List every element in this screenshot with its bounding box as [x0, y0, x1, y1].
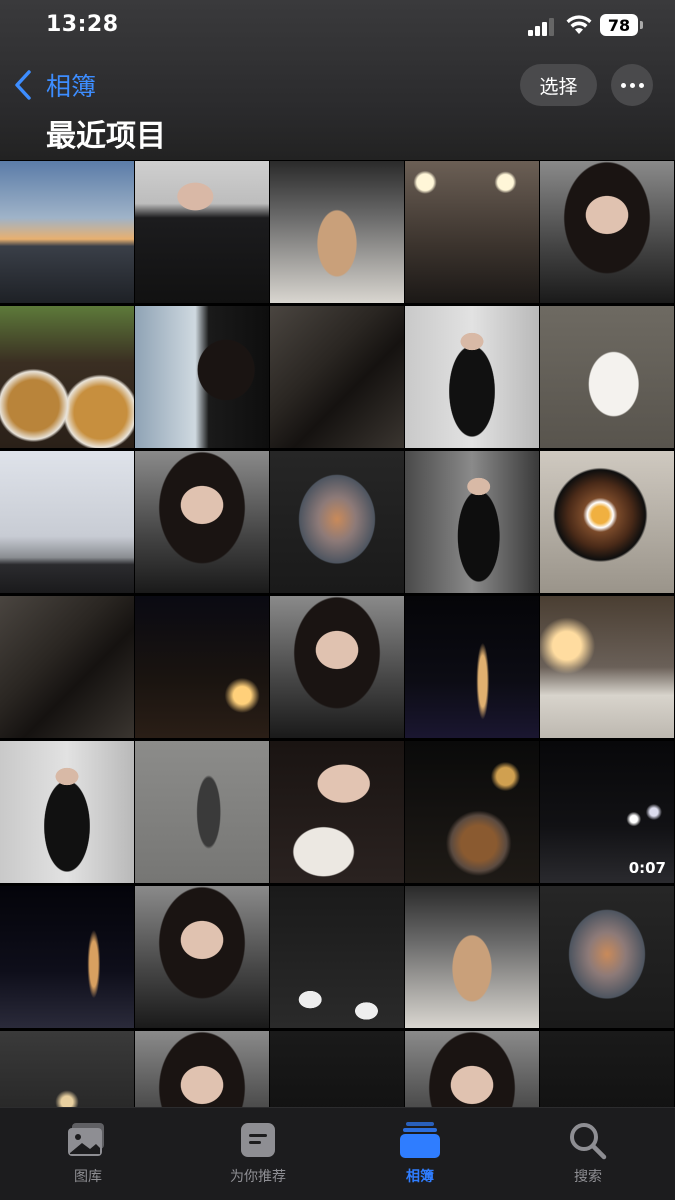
photo-thumbnail[interactable]: [135, 886, 269, 1028]
photo-grid: 0:07: [0, 161, 675, 1173]
tab-label: 图库: [74, 1169, 102, 1185]
iced-coffee-photo: [405, 886, 539, 1028]
hotel-room-photo: [540, 596, 674, 738]
photo-thumbnail[interactable]: [405, 596, 539, 738]
photo-thumbnail[interactable]: [135, 306, 269, 448]
for-you-icon: [236, 1120, 280, 1160]
navigation-bar: 相簿 选择 最近项目: [0, 55, 675, 160]
portrait-dog-photo: [270, 741, 404, 883]
selfie-photo: [135, 161, 269, 303]
back-label: 相簿: [46, 72, 97, 101]
mirror-selfie-photo: [0, 741, 134, 883]
photo-thumbnail[interactable]: [540, 451, 674, 593]
photo-thumbnail[interactable]: [405, 161, 539, 303]
photo-thumbnail[interactable]: [540, 161, 674, 303]
tab-label: 搜索: [574, 1169, 602, 1185]
photo-thumbnail[interactable]: [405, 741, 539, 883]
tab-label: 相簿: [406, 1169, 434, 1185]
tab-albums[interactable]: 相簿: [360, 1120, 480, 1190]
photo-thumbnail[interactable]: [0, 306, 134, 448]
car-window-photo: [135, 306, 269, 448]
iced-coffee-photo: [270, 161, 404, 303]
tab-bar: 图库 为你推荐 相簿 搜索: [0, 1107, 675, 1200]
rice-bowl-photo: [540, 451, 674, 593]
photo-thumbnail[interactable]: [135, 596, 269, 738]
battery-indicator: 78: [600, 14, 638, 36]
gym-selfie-photo: [405, 451, 539, 593]
select-button[interactable]: 选择: [520, 64, 597, 106]
photo-thumbnail[interactable]: [135, 161, 269, 303]
status-bar: 13:28 78: [0, 0, 675, 52]
photo-thumbnail[interactable]: [270, 451, 404, 593]
wifi-icon: [566, 15, 592, 34]
battery-tip: [640, 21, 643, 29]
photo-thumbnail[interactable]: 0:07: [540, 741, 674, 883]
tab-library[interactable]: 图库: [28, 1120, 148, 1190]
video-duration: 0:07: [628, 859, 666, 877]
portrait-photo: [270, 596, 404, 738]
night-tower-photo: [405, 596, 539, 738]
vanity-mirror-photo: [405, 161, 539, 303]
legs-photo: [270, 306, 404, 448]
back-button[interactable]: 相簿: [12, 65, 96, 105]
search-icon: [566, 1120, 610, 1160]
cellular-signal-icon: [528, 18, 554, 36]
photo-thumbnail[interactable]: [270, 306, 404, 448]
library-icon: [66, 1120, 110, 1160]
dog-photo: [540, 306, 674, 448]
city-sunset-photo: [0, 161, 134, 303]
portrait-photo: [540, 161, 674, 303]
photo-thumbnail[interactable]: [135, 741, 269, 883]
photo-thumbnail[interactable]: [540, 306, 674, 448]
status-time: 13:28: [46, 12, 119, 37]
tab-label: 为你推荐: [230, 1169, 286, 1185]
photo-thumbnail[interactable]: [0, 161, 134, 303]
sneakers-photo: [270, 886, 404, 1028]
photo-thumbnail[interactable]: [0, 886, 134, 1028]
mirror-selfie-photo: [405, 306, 539, 448]
photo-thumbnail[interactable]: [0, 741, 134, 883]
airplane-window-photo: [270, 451, 404, 593]
chevron-left-icon: [15, 70, 31, 100]
photo-thumbnail[interactable]: [270, 741, 404, 883]
photo-thumbnail[interactable]: [135, 451, 269, 593]
photo-thumbnail[interactable]: [270, 161, 404, 303]
wine-night-photo: [135, 596, 269, 738]
photo-thumbnail[interactable]: [405, 886, 539, 1028]
photo-thumbnail[interactable]: [0, 451, 134, 593]
more-button[interactable]: [611, 64, 653, 106]
tab-search[interactable]: 搜索: [528, 1120, 648, 1190]
airplane-window-photo: [540, 886, 674, 1028]
tab-for-you[interactable]: 为你推荐: [198, 1120, 318, 1190]
photo-thumbnail[interactable]: [270, 886, 404, 1028]
photo-thumbnail[interactable]: [405, 306, 539, 448]
battery-level: 78: [607, 15, 631, 35]
page-title: 最近项目: [46, 119, 166, 154]
portrait-photo: [135, 451, 269, 593]
photo-thumbnail[interactable]: [0, 596, 134, 738]
laptop-photo: [0, 451, 134, 593]
albums-icon: [398, 1120, 442, 1160]
dinner-photo: [405, 741, 539, 883]
legs-photo: [0, 596, 134, 738]
shadow-photo: [135, 741, 269, 883]
photo-thumbnail[interactable]: [540, 596, 674, 738]
portrait-photo: [135, 886, 269, 1028]
night-skyline-photo: [0, 886, 134, 1028]
photo-thumbnail[interactable]: [270, 596, 404, 738]
food-table-photo: [0, 306, 134, 448]
photo-thumbnail[interactable]: [540, 886, 674, 1028]
ellipsis-icon: [619, 82, 646, 88]
photo-thumbnail[interactable]: [405, 451, 539, 593]
